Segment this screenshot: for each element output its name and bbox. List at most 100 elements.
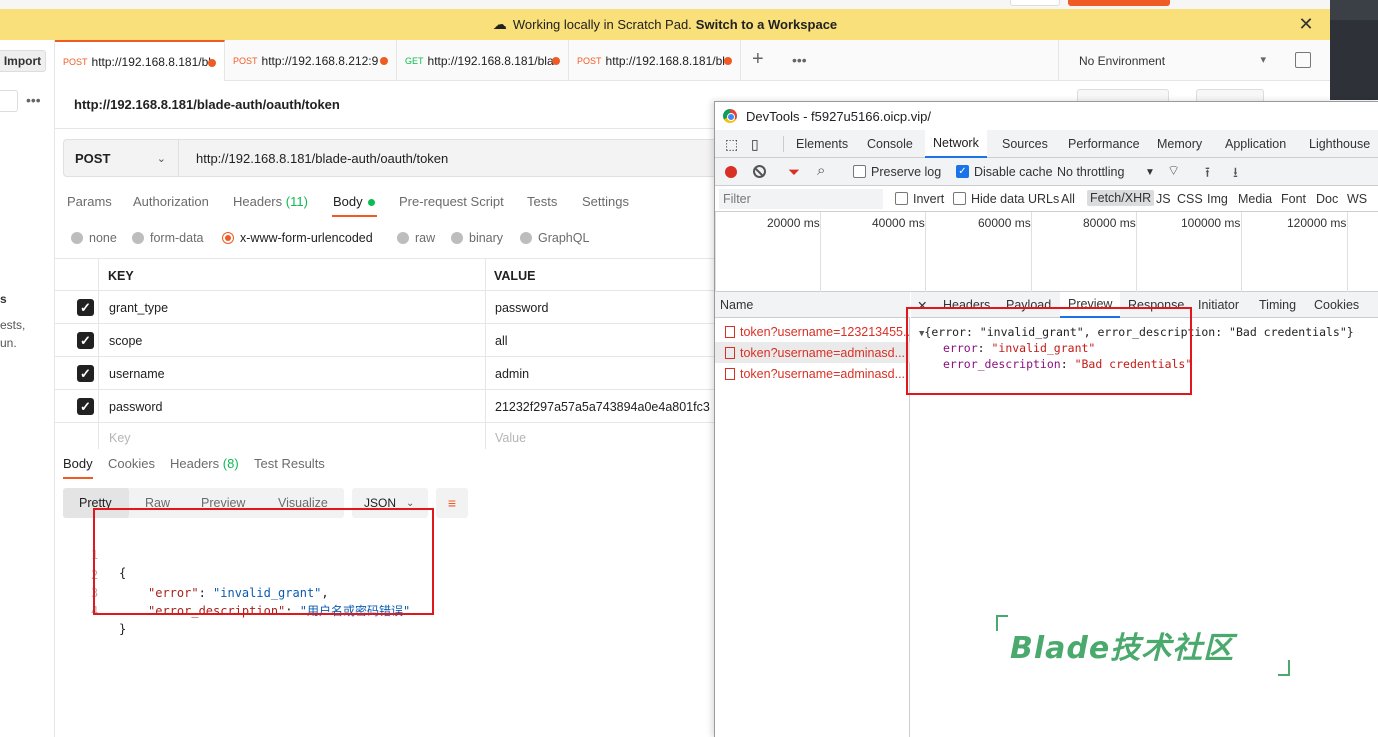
filter-type-media[interactable]: Media — [1238, 192, 1272, 206]
response-tab-test-results[interactable]: Test Results — [254, 456, 325, 471]
timeline-gridline — [820, 212, 821, 292]
filter-type-all[interactable]: All — [1061, 192, 1075, 206]
response-tab-cookies[interactable]: Cookies — [108, 456, 155, 471]
value-cell[interactable]: all — [495, 324, 508, 357]
record-icon[interactable] — [725, 166, 737, 178]
tab-lighthouse[interactable]: Lighthouse — [1309, 130, 1370, 158]
list-item[interactable]: token?username=adminasd... — [715, 342, 910, 363]
key-cell[interactable]: scope — [109, 324, 142, 357]
tab-performance[interactable]: Performance — [1068, 130, 1140, 158]
highlight-box — [93, 508, 434, 615]
import-button[interactable]: Import — [0, 50, 46, 72]
filter-type-font[interactable]: Font — [1281, 192, 1306, 206]
name-column-header[interactable]: Name — [715, 292, 910, 318]
inspect-element-icon[interactable]: ⬚ — [725, 130, 738, 158]
tab-authorization[interactable]: Authorization — [133, 194, 209, 209]
new-tab-plus-icon[interactable]: + — [752, 48, 764, 71]
key-placeholder[interactable]: Key — [109, 425, 131, 451]
method-label: POST — [63, 56, 88, 67]
environment-quick-look-icon[interactable] — [1295, 52, 1311, 68]
clear-icon[interactable] — [753, 165, 766, 178]
more-icon[interactable]: ••• — [792, 52, 807, 68]
tab-application[interactable]: Application — [1225, 130, 1286, 158]
response-tab-body[interactable]: Body — [63, 456, 93, 471]
divider — [783, 136, 784, 152]
filter-type-js[interactable]: JS — [1156, 192, 1171, 206]
filter-type-doc[interactable]: Doc — [1316, 192, 1338, 206]
request-tab[interactable]: POST http://192.168.8.181/bl — [55, 40, 225, 81]
import-har-icon[interactable]: ⭱ — [1205, 162, 1210, 186]
list-item[interactable]: token?username=adminasd... — [715, 363, 910, 384]
radio-graphql[interactable]: GraphQL — [520, 231, 589, 245]
filter-type-ws[interactable]: WS — [1347, 192, 1367, 206]
export-har-icon[interactable]: ⭳ — [1233, 162, 1238, 186]
request-tab[interactable]: POST http://192.168.8.212:9 — [225, 40, 397, 81]
network-timeline[interactable]: 20000 ms 40000 ms 60000 ms 80000 ms 1000… — [715, 212, 1378, 292]
detail-tab-initiator[interactable]: Initiator — [1198, 298, 1239, 312]
value-cell[interactable]: password — [495, 291, 549, 324]
filter-input[interactable]: Filter — [719, 189, 883, 209]
key-cell[interactable]: password — [109, 390, 163, 423]
sidebar-search-input[interactable] — [0, 90, 18, 112]
request-tab[interactable]: POST http://192.168.8.181/bl — [569, 40, 741, 81]
response-tab-headers[interactable]: Headers (8) — [170, 456, 239, 471]
method-select[interactable]: POST ⌄ — [63, 139, 179, 177]
request-list: Name token?username=123213455... token?u… — [715, 292, 910, 737]
search-icon[interactable]: ⌕ — [817, 162, 825, 179]
request-tab[interactable]: GET http://192.168.8.181/bla — [397, 40, 569, 81]
tab-body[interactable]: Body — [333, 194, 375, 209]
invert-checkbox[interactable] — [895, 192, 908, 205]
device-toolbar-icon[interactable]: ▯ — [751, 130, 759, 158]
close-icon[interactable]: ✕ — [1296, 9, 1316, 40]
key-cell[interactable]: username — [109, 357, 165, 390]
tab-params[interactable]: Params — [67, 194, 112, 209]
top-strip — [0, 0, 1330, 9]
radio-form-data[interactable]: form-data — [132, 231, 204, 245]
filter-type-css[interactable]: CSS — [1177, 192, 1203, 206]
radio-raw[interactable]: raw — [397, 231, 435, 245]
value-cell[interactable]: admin — [495, 357, 529, 390]
throttling-select[interactable]: No throttling — [1057, 165, 1124, 179]
tab-url: http://192.168.8.181/bl — [605, 53, 725, 68]
tab-console[interactable]: Console — [867, 130, 913, 158]
invite-button[interactable] — [1010, 0, 1060, 6]
row-enabled-checkbox[interactable]: ✓ — [77, 299, 94, 316]
more-icon[interactable]: ••• — [26, 92, 41, 108]
tab-tests[interactable]: Tests — [527, 194, 557, 209]
list-item[interactable]: token?username=123213455... — [715, 321, 910, 342]
tab-sources[interactable]: Sources — [1002, 130, 1048, 158]
filter-icon[interactable]: ⏷ — [788, 164, 800, 181]
tab-headers[interactable]: Headers (11) — [233, 194, 308, 209]
tab-network[interactable]: Network — [925, 130, 987, 158]
switch-workspace-link[interactable]: Switch to a Workspace — [696, 17, 837, 32]
table-row: ✓ scope all — [55, 324, 720, 357]
key-cell[interactable]: grant_type — [109, 291, 168, 324]
tab-elements[interactable]: Elements — [796, 130, 848, 158]
row-enabled-checkbox[interactable]: ✓ — [77, 398, 94, 415]
radio-none[interactable]: none — [71, 231, 117, 245]
failed-request-icon — [725, 367, 735, 380]
tab-pre-request-script[interactable]: Pre-request Script — [399, 194, 504, 209]
watermark-bracket — [996, 615, 1008, 631]
preserve-log-checkbox[interactable] — [853, 165, 866, 178]
value-cell[interactable]: 21232f297a57a5a743894a0e4a801fc3 — [495, 390, 720, 423]
radio-x-www-form-urlencoded[interactable]: x-www-form-urlencoded — [222, 231, 373, 245]
tab-settings[interactable]: Settings — [582, 194, 629, 209]
sidebar-text-fragment: s — [0, 292, 7, 306]
row-enabled-checkbox[interactable]: ✓ — [77, 332, 94, 349]
row-enabled-checkbox[interactable]: ✓ — [77, 365, 94, 382]
network-conditions-icon[interactable]: ⌔ — [1167, 162, 1180, 180]
environment-select[interactable]: No Environment ▾ — [1058, 40, 1280, 81]
filter-type-fetch-xhr[interactable]: Fetch/XHR — [1087, 190, 1155, 206]
hide-data-urls-checkbox[interactable] — [953, 192, 966, 205]
disable-cache-checkbox[interactable]: ✓ — [956, 165, 969, 178]
value-placeholder[interactable]: Value — [495, 425, 526, 451]
url-input[interactable]: http://192.168.8.181/blade-auth/oauth/to… — [179, 139, 719, 177]
detail-tab-timing[interactable]: Timing — [1259, 298, 1296, 312]
tab-memory[interactable]: Memory — [1157, 130, 1202, 158]
detail-tab-cookies[interactable]: Cookies — [1314, 298, 1359, 312]
radio-binary[interactable]: binary — [451, 231, 503, 245]
filter-type-img[interactable]: Img — [1207, 192, 1228, 206]
wrap-lines-icon[interactable]: ≡ — [436, 488, 468, 518]
upgrade-button[interactable] — [1068, 0, 1170, 6]
